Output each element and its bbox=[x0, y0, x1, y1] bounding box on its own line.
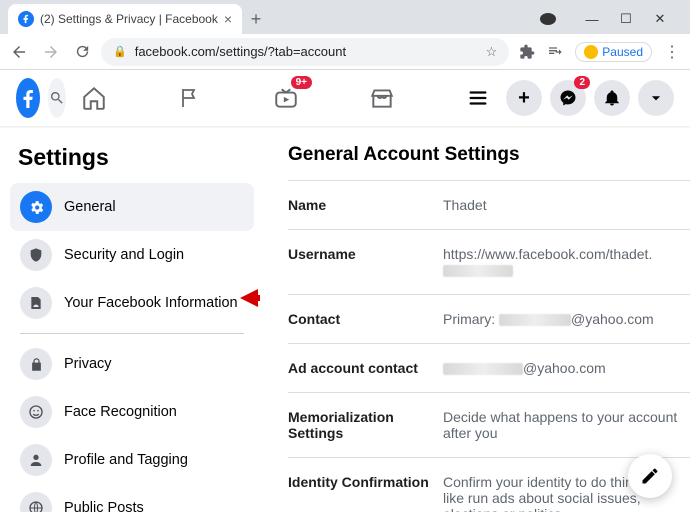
tag-icon bbox=[20, 444, 52, 476]
sidebar-label: General bbox=[64, 199, 116, 215]
url-text: facebook.com/settings/?tab=account bbox=[135, 44, 346, 59]
shield-icon bbox=[20, 239, 52, 271]
maximize-icon[interactable]: ☐ bbox=[618, 11, 634, 27]
reload-icon[interactable] bbox=[74, 43, 91, 60]
account-dropdown[interactable] bbox=[638, 80, 674, 116]
back-icon[interactable] bbox=[10, 43, 28, 61]
sidebar-item-security[interactable]: Security and Login bbox=[10, 231, 254, 279]
row-memorial[interactable]: Memorialization Settings Decide what hap… bbox=[288, 392, 690, 457]
new-tab-button[interactable]: + bbox=[242, 9, 270, 30]
facebook-logo[interactable] bbox=[16, 78, 40, 118]
row-value: Thadet bbox=[443, 197, 487, 213]
face-icon bbox=[20, 396, 52, 428]
row-label: Username bbox=[288, 246, 443, 278]
row-label: Memorialization Settings bbox=[288, 409, 443, 441]
marketplace-icon[interactable] bbox=[362, 78, 402, 118]
nav-buttons bbox=[10, 43, 91, 61]
row-value: @yahoo.com bbox=[443, 360, 606, 376]
window-controls: — ☐ ✕ bbox=[540, 11, 682, 27]
profile-doc-icon bbox=[20, 287, 52, 319]
facebook-favicon bbox=[18, 11, 34, 27]
redacted-text bbox=[443, 265, 513, 277]
sidebar-item-privacy[interactable]: Privacy bbox=[10, 340, 254, 388]
flag-icon[interactable] bbox=[170, 78, 210, 118]
red-arrow-callout bbox=[240, 287, 260, 309]
tab-title: (2) Settings & Privacy | Facebook bbox=[40, 12, 218, 26]
create-button[interactable]: + bbox=[506, 80, 542, 116]
tab-strip: (2) Settings & Privacy | Facebook × + — … bbox=[0, 0, 690, 34]
address-bar: 🔒 facebook.com/settings/?tab=account ☆ P… bbox=[0, 34, 690, 70]
row-label: Ad account contact bbox=[288, 360, 443, 376]
sidebar-label: Privacy bbox=[64, 356, 112, 372]
row-value: Primary: @yahoo.com bbox=[443, 311, 654, 327]
sidebar-label: Public Posts bbox=[64, 500, 144, 512]
menu-icon[interactable]: ⋮ bbox=[664, 42, 680, 62]
row-value: https://www.facebook.com/thadet. bbox=[443, 246, 690, 278]
redacted-text bbox=[443, 363, 523, 375]
home-icon[interactable] bbox=[74, 78, 114, 118]
omnibox[interactable]: 🔒 facebook.com/settings/?tab=account ☆ bbox=[101, 38, 509, 66]
main-panel: General Account Settings Name Thadet Use… bbox=[260, 126, 690, 512]
row-label: Contact bbox=[288, 311, 443, 327]
content: Settings General Security and Login Your… bbox=[0, 126, 690, 512]
facebook-header: 9+ + 2 bbox=[0, 70, 690, 126]
messenger-button[interactable]: 2 bbox=[550, 80, 586, 116]
facebook-nav: 9+ bbox=[74, 78, 498, 118]
watch-badge: 9+ bbox=[291, 76, 312, 89]
notifications-button[interactable] bbox=[594, 80, 630, 116]
browser-profile-icon[interactable] bbox=[540, 13, 556, 25]
profile-paused[interactable]: Paused bbox=[575, 42, 652, 62]
sidebar-label: Profile and Tagging bbox=[64, 452, 188, 468]
extensions-row: Paused ⋮ bbox=[519, 42, 680, 62]
sidebar-divider bbox=[20, 333, 244, 334]
watch-icon[interactable]: 9+ bbox=[266, 78, 306, 118]
compose-fab[interactable] bbox=[628, 454, 672, 498]
sidebar-title: Settings bbox=[10, 138, 254, 183]
messenger-badge: 2 bbox=[574, 76, 590, 89]
globe-icon bbox=[20, 492, 52, 512]
minimize-icon[interactable]: — bbox=[584, 12, 600, 27]
lock-icon: 🔒 bbox=[113, 45, 127, 58]
sidebar-label: Face Recognition bbox=[64, 404, 177, 420]
search-button[interactable] bbox=[48, 78, 66, 118]
sidebar-item-tagging[interactable]: Profile and Tagging bbox=[10, 436, 254, 484]
sidebar-item-general[interactable]: General bbox=[10, 183, 254, 231]
row-username[interactable]: Username https://www.facebook.com/thadet… bbox=[288, 229, 690, 294]
sidebar-item-public[interactable]: Public Posts bbox=[10, 484, 254, 512]
row-label: Identity Confirmation bbox=[288, 474, 443, 512]
row-name[interactable]: Name Thadet bbox=[288, 180, 690, 229]
star-icon[interactable]: ☆ bbox=[486, 44, 498, 60]
hamburger-menu-icon[interactable] bbox=[458, 78, 498, 118]
browser-chrome: (2) Settings & Privacy | Facebook × + — … bbox=[0, 0, 690, 70]
row-label: Name bbox=[288, 197, 443, 213]
close-window-icon[interactable]: ✕ bbox=[652, 11, 668, 27]
sidebar-label: Security and Login bbox=[64, 247, 184, 263]
facebook-right-actions: + 2 bbox=[506, 80, 674, 116]
lock-icon bbox=[20, 348, 52, 380]
close-tab-icon[interactable]: × bbox=[224, 11, 232, 27]
omnibox-actions: ☆ bbox=[486, 44, 498, 60]
row-contact[interactable]: Contact Primary: @yahoo.com bbox=[288, 294, 690, 343]
page-heading: General Account Settings bbox=[288, 144, 690, 166]
row-value: Decide what happens to your account afte… bbox=[443, 409, 690, 441]
forward-icon bbox=[42, 43, 60, 61]
sidebar-item-your-info[interactable]: Your Facebook Information bbox=[10, 279, 254, 327]
extensions-icon[interactable] bbox=[519, 44, 535, 60]
redacted-text bbox=[499, 314, 571, 326]
paused-label: Paused bbox=[602, 45, 643, 59]
settings-sidebar: Settings General Security and Login Your… bbox=[0, 126, 260, 512]
sidebar-label: Your Facebook Information bbox=[64, 295, 238, 311]
reading-list-icon[interactable] bbox=[547, 44, 563, 60]
row-ad-contact[interactable]: Ad account contact @yahoo.com bbox=[288, 343, 690, 392]
sidebar-item-face[interactable]: Face Recognition bbox=[10, 388, 254, 436]
gear-icon bbox=[20, 191, 52, 223]
browser-tab[interactable]: (2) Settings & Privacy | Facebook × bbox=[8, 4, 242, 34]
profile-avatar-icon bbox=[584, 45, 598, 59]
